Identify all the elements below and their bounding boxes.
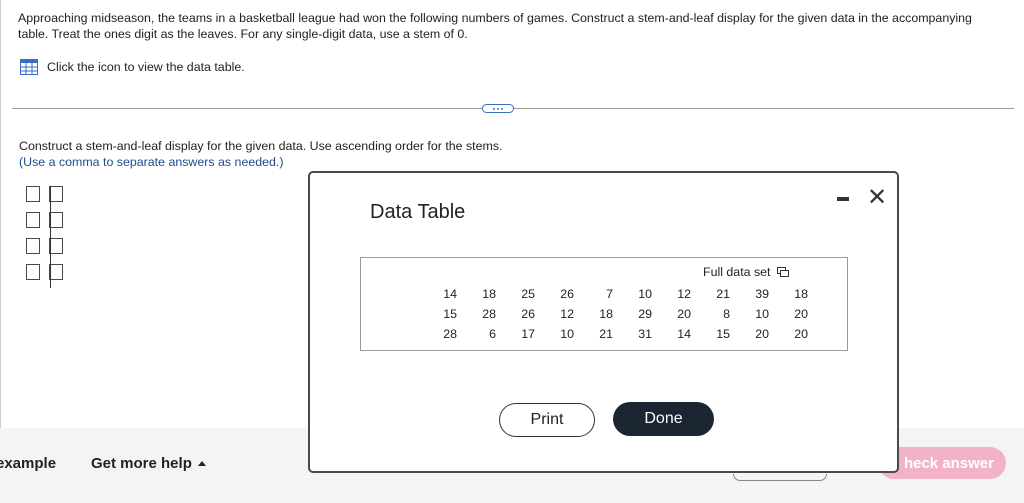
data-table-link-label[interactable]: Click the icon to view the data table. (47, 60, 245, 74)
data-cell: 25 (521, 287, 535, 301)
data-cell: 20 (677, 307, 691, 321)
instructions-main: Construct a stem-and-leaf display for th… (19, 139, 503, 153)
stem-leaf-row (24, 212, 63, 238)
data-cell: 31 (638, 327, 652, 341)
data-table-link[interactable]: Click the icon to view the data table. (20, 59, 245, 75)
stem-leaf-row (24, 238, 63, 264)
data-cell: 15 (443, 307, 457, 321)
data-cell: 18 (794, 287, 808, 301)
view-example-button[interactable]: example (0, 455, 56, 472)
data-cell: 20 (794, 307, 808, 321)
full-data-set-label[interactable]: Full data set (703, 265, 771, 279)
caret-up-icon (197, 461, 206, 466)
leaf-input[interactable] (49, 212, 63, 228)
done-button[interactable]: Done (613, 402, 714, 436)
ellipsis-icon[interactable] (482, 104, 514, 113)
stem-input[interactable] (26, 238, 40, 254)
data-cell: 39 (755, 287, 769, 301)
data-cell: 18 (482, 287, 496, 301)
data-table: Full data set 14 18 25 26 7 10 12 21 39 18 15 28 26 1… (360, 257, 848, 351)
data-cell: 15 (716, 327, 730, 341)
data-cell: 14 (443, 287, 457, 301)
stem-leaf-divider (50, 186, 51, 288)
stem-leaf-display (24, 186, 63, 290)
data-table-modal: Data Table ✕ Full data set 14 18 25 26 7 10 12… (308, 171, 899, 473)
leaf-input[interactable] (49, 264, 63, 280)
data-cell: 26 (521, 307, 535, 321)
data-cell: 18 (599, 307, 613, 321)
left-edge-rule (0, 0, 1, 430)
full-data-set-link[interactable]: Full data set (703, 265, 789, 279)
data-cell: 14 (677, 327, 691, 341)
data-cell: 21 (716, 287, 730, 301)
data-cell: 10 (755, 307, 769, 321)
modal-title: Data Table (370, 201, 466, 223)
leaf-input[interactable] (49, 186, 63, 202)
data-cell: 8 (723, 307, 730, 321)
stem-input[interactable] (26, 212, 40, 228)
data-cell: 21 (599, 327, 613, 341)
stem-leaf-row (24, 186, 63, 212)
data-cell: 6 (489, 327, 496, 341)
data-cell: 26 (560, 287, 574, 301)
hidden-button-edge (733, 474, 827, 481)
data-cell: 7 (606, 287, 613, 301)
question-text: Approaching midseason, the teams in a ba… (18, 11, 972, 41)
stem-leaf-row (24, 264, 63, 290)
data-cell: 28 (482, 307, 496, 321)
data-table-icon[interactable] (20, 59, 38, 75)
get-more-help-label[interactable]: Get more help (91, 455, 192, 472)
data-cell: 28 (443, 327, 457, 341)
data-cell: 17 (521, 327, 535, 341)
stem-input[interactable] (26, 264, 40, 280)
data-cell: 12 (560, 307, 574, 321)
data-cell: 12 (677, 287, 691, 301)
data-cell: 20 (794, 327, 808, 341)
minimize-icon[interactable] (837, 196, 851, 202)
copy-icon[interactable] (776, 267, 789, 277)
print-button[interactable]: Print (499, 403, 595, 437)
data-cell: 20 (755, 327, 769, 341)
leaf-input[interactable] (49, 238, 63, 254)
instructions-hint: (Use a comma to separate answers as need… (19, 155, 284, 169)
data-cell: 29 (638, 307, 652, 321)
get-more-help-button[interactable]: Get more help (91, 455, 206, 472)
instructions: Construct a stem-and-leaf display for th… (19, 138, 502, 170)
stem-input[interactable] (26, 186, 40, 202)
data-cell: 10 (560, 327, 574, 341)
close-icon[interactable]: ✕ (867, 186, 887, 210)
data-cell: 10 (638, 287, 652, 301)
